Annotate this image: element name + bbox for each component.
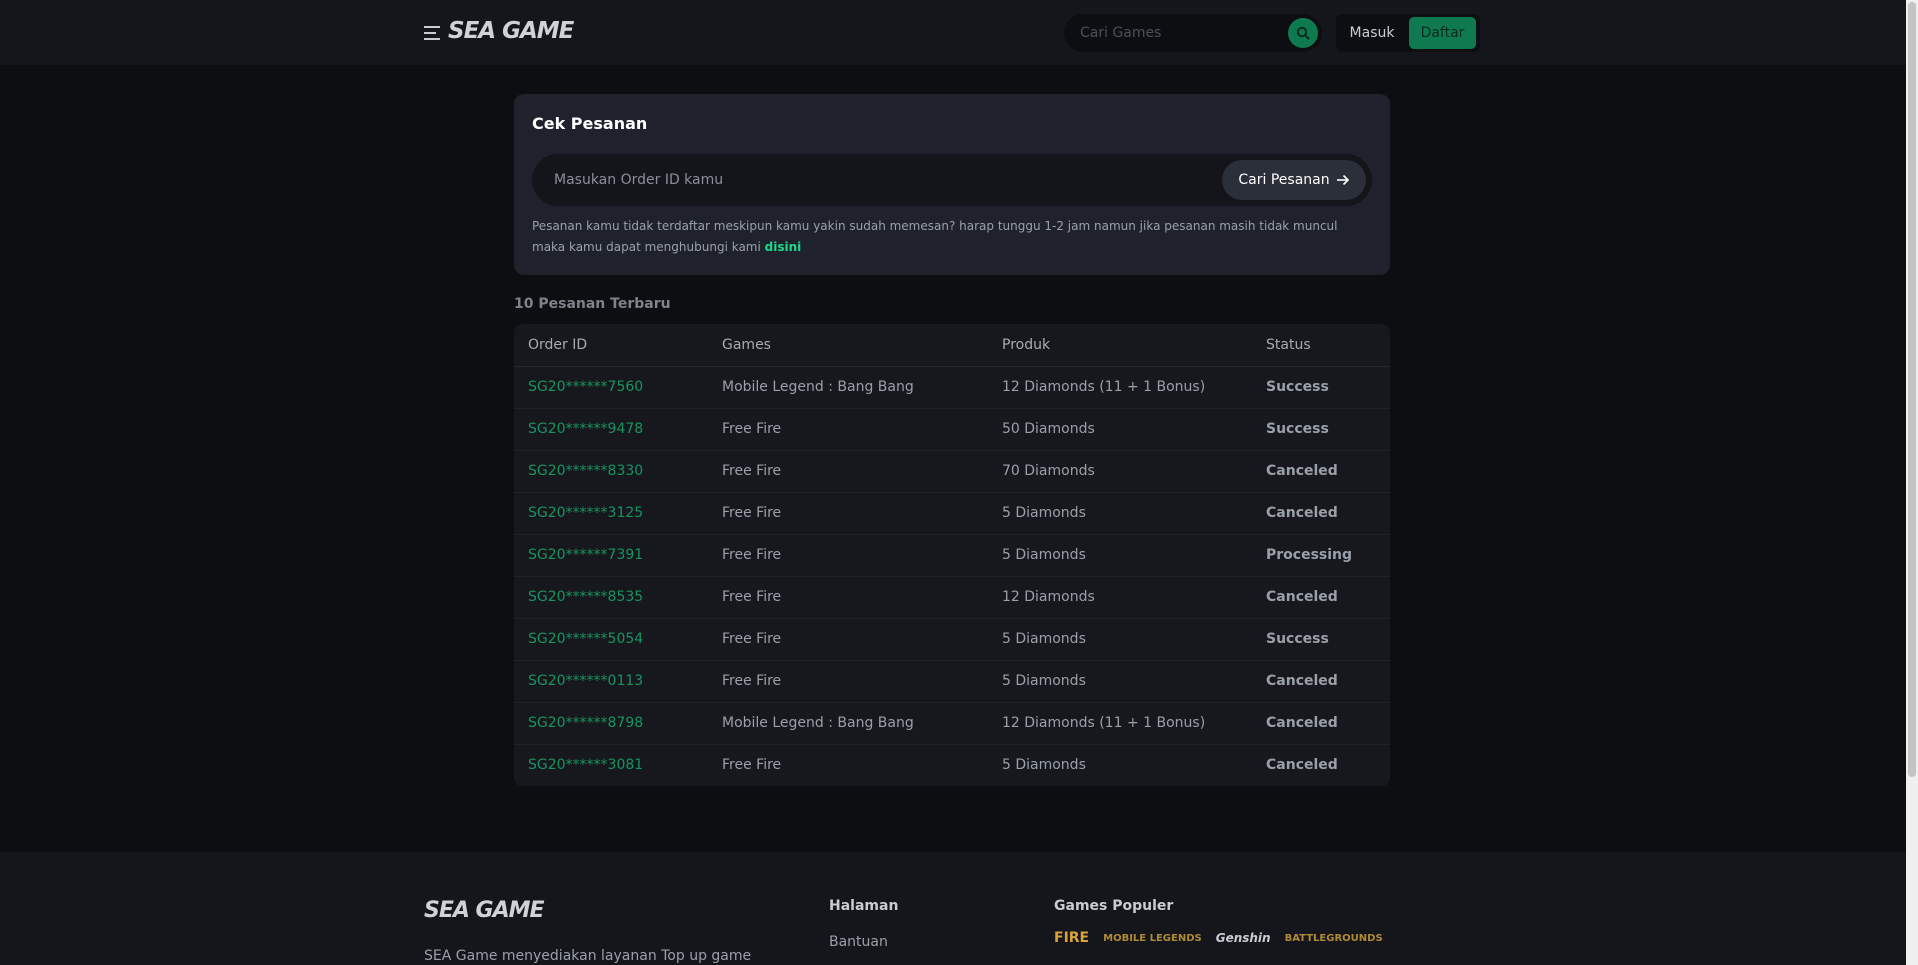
order-id-cell[interactable]: SG20******3125 [514,491,708,534]
order-id-input[interactable] [554,154,1214,206]
footer-popular-heading: Games Populer [1054,898,1174,914]
check-order-card: Cek Pesanan Cari Pesanan Pesanan kamu ti… [514,94,1390,275]
order-id-cell[interactable]: SG20******7560 [514,365,708,408]
status-badge: Canceled [1252,701,1390,744]
search-button[interactable] [1288,18,1318,48]
product-cell: 12 Diamonds [988,575,1252,618]
status-badge: Canceled [1252,575,1390,618]
column-header-status: Status [1252,324,1390,367]
login-button[interactable]: Masuk [1336,14,1408,52]
table-row: SG20******3081 Free Fire 5 Diamonds Canc… [514,743,1390,786]
recent-orders-title: 10 Pesanan Terbaru [514,296,671,312]
order-id-cell[interactable]: SG20******9478 [514,407,708,450]
footer-logo[interactable]: SEA GAME [424,898,545,923]
product-cell: 12 Diamonds (11 + 1 Bonus) [988,701,1252,744]
search-icon [1296,26,1310,40]
order-id-field: Cari Pesanan [532,154,1372,206]
arrow-right-icon [1336,174,1349,186]
recent-orders-table: Order ID Games Produk Status SG20******7… [514,324,1390,786]
footer-description: SEA Game menyediakan layanan Top up game [424,948,752,964]
order-help-note: Pesanan kamu tidak terdaftar meskipun ka… [532,216,1372,258]
column-header-order-id: Order ID [514,324,708,367]
status-badge: Canceled [1252,491,1390,534]
order-id-cell[interactable]: SG20******3081 [514,743,708,786]
product-cell: 50 Diamonds [988,407,1252,450]
table-row: SG20******7560 Mobile Legend : Bang Bang… [514,365,1390,408]
table-row: SG20******0113 Free Fire 5 Diamonds Canc… [514,659,1390,702]
product-cell: 5 Diamonds [988,617,1252,660]
table-row: SG20******5054 Free Fire 5 Diamonds Succ… [514,617,1390,660]
status-badge: Canceled [1252,659,1390,702]
free-fire-logo[interactable]: FIRE [1054,930,1089,946]
status-badge: Canceled [1252,743,1390,786]
order-help-text: Pesanan kamu tidak terdaftar meskipun ka… [532,219,1338,254]
menu-icon[interactable] [424,26,440,40]
game-search [1064,14,1322,52]
game-cell: Mobile Legend : Bang Bang [708,365,988,408]
order-id-cell[interactable]: SG20******0113 [514,659,708,702]
table-row: SG20******9478 Free Fire 50 Diamonds Suc… [514,407,1390,450]
footer-pages-heading: Halaman [829,898,899,914]
scrollbar-thumb[interactable] [1908,2,1916,777]
order-id-cell[interactable]: SG20******8330 [514,449,708,492]
status-badge: Canceled [1252,449,1390,492]
order-id-cell[interactable]: SG20******7391 [514,533,708,576]
genshin-logo[interactable]: Genshin [1216,931,1271,945]
status-badge: Success [1252,365,1390,408]
top-header: SEA GAME Masuk Daftar [0,0,1906,65]
popular-games-logos: FIRE MOBILE LEGENDS Genshin BATTLEGROUND… [1054,930,1383,946]
status-badge: Success [1252,407,1390,450]
status-badge: Success [1252,617,1390,660]
status-badge: Processing [1252,533,1390,576]
table-row: SG20******7391 Free Fire 5 Diamonds Proc… [514,533,1390,576]
check-order-title: Cek Pesanan [532,114,648,133]
game-cell: Free Fire [708,617,988,660]
order-id-cell[interactable]: SG20******8798 [514,701,708,744]
table-row: SG20******8798 Mobile Legend : Bang Bang… [514,701,1390,744]
search-order-label: Cari Pesanan [1238,172,1330,188]
contact-link[interactable]: disini [765,240,802,254]
register-button[interactable]: Daftar [1409,17,1476,49]
search-input[interactable] [1080,14,1270,52]
game-cell: Free Fire [708,491,988,534]
product-cell: 5 Diamonds [988,743,1252,786]
page-scrollbar[interactable] [1906,0,1918,965]
game-cell: Mobile Legend : Bang Bang [708,701,988,744]
product-cell: 12 Diamonds (11 + 1 Bonus) [988,365,1252,408]
product-cell: 5 Diamonds [988,533,1252,576]
product-cell: 5 Diamonds [988,491,1252,534]
auth-buttons: Masuk Daftar [1336,14,1480,52]
game-cell: Free Fire [708,407,988,450]
search-order-button[interactable]: Cari Pesanan [1222,160,1366,200]
table-row: SG20******8330 Free Fire 70 Diamonds Can… [514,449,1390,492]
product-cell: 5 Diamonds [988,659,1252,702]
game-cell: Free Fire [708,743,988,786]
site-logo[interactable]: SEA GAME [448,18,574,44]
game-cell: Free Fire [708,575,988,618]
column-header-product: Produk [988,324,1252,367]
order-id-cell[interactable]: SG20******8535 [514,575,708,618]
column-header-games: Games [708,324,988,367]
game-cell: Free Fire [708,659,988,702]
site-footer: SEA GAME SEA Game menyediakan layanan To… [0,852,1906,965]
game-cell: Free Fire [708,449,988,492]
mobile-legends-logo[interactable]: MOBILE LEGENDS [1103,933,1202,944]
footer-link-bantuan[interactable]: Bantuan [829,934,888,950]
table-row: SG20******8535 Free Fire 12 Diamonds Can… [514,575,1390,618]
table-header-row: Order ID Games Produk Status [514,324,1390,367]
game-cell: Free Fire [708,533,988,576]
table-row: SG20******3125 Free Fire 5 Diamonds Canc… [514,491,1390,534]
product-cell: 70 Diamonds [988,449,1252,492]
order-id-cell[interactable]: SG20******5054 [514,617,708,660]
pubg-logo[interactable]: BATTLEGROUNDS [1285,933,1383,944]
